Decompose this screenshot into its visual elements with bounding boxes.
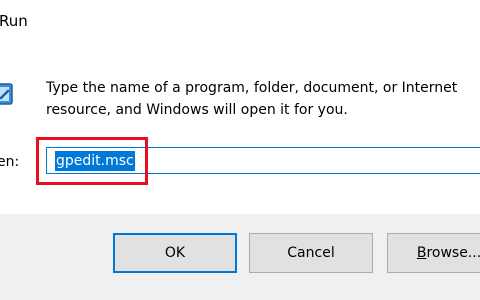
- run-description: Type the name of a program, folder, docu…: [46, 80, 458, 118]
- open-input-value[interactable]: gpedit.msc: [55, 151, 135, 171]
- browse-button[interactable]: Browse...: [387, 233, 480, 273]
- cancel-button[interactable]: Cancel: [249, 233, 373, 273]
- ok-button[interactable]: OK: [113, 233, 237, 273]
- run-app-icon: [0, 83, 13, 105]
- dialog-body: [0, 44, 480, 214]
- title-bar[interactable]: Run: [0, 0, 480, 44]
- window-title: Run: [0, 12, 28, 30]
- browse-button-label: rowse...: [426, 245, 480, 261]
- open-input[interactable]: gpedit.msc: [46, 147, 480, 174]
- open-label: en:: [0, 154, 20, 170]
- run-dialog: Run Type the name of a program, folder, …: [0, 0, 480, 300]
- browse-button-mnemonic: B: [416, 245, 427, 261]
